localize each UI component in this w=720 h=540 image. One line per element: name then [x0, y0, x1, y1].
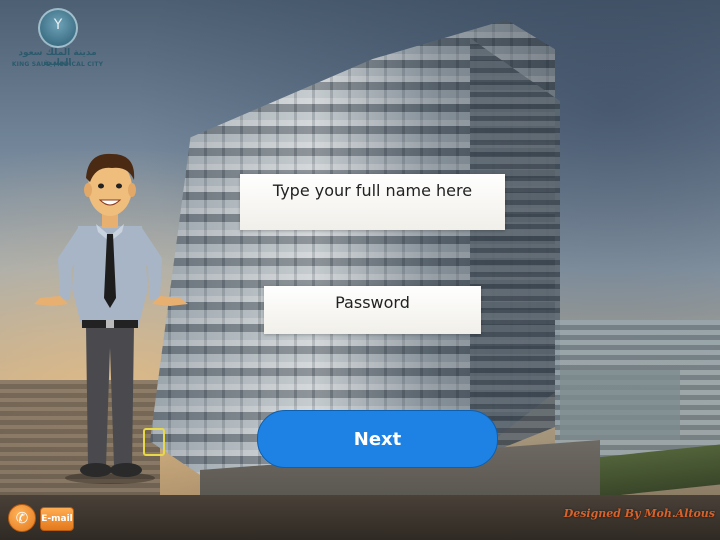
logo-emblem-icon: Y — [38, 8, 78, 48]
full-name-placeholder: Type your full name here — [272, 181, 473, 200]
designer-credit: Designed By Moh.Altous — [563, 507, 715, 520]
play-marker-icon — [143, 428, 165, 456]
email-button[interactable]: E-mail — [40, 507, 74, 531]
phone-glyph: ✆ — [15, 509, 29, 527]
login-screen: Y مدينة الملك سعود الطبية KING SAUD MEDI… — [0, 0, 720, 540]
background-building-right-lower — [560, 370, 680, 440]
email-label: E-mail — [41, 514, 73, 524]
logo-english-name: KING SAUD MEDICAL CITY — [11, 61, 104, 68]
next-button-label: Next — [353, 428, 402, 450]
password-placeholder: Password — [335, 293, 410, 312]
next-button[interactable]: Next — [257, 410, 498, 468]
full-name-input[interactable]: Type your full name here — [240, 174, 505, 230]
password-input[interactable]: Password — [264, 286, 481, 334]
hospital-logo: Y مدينة الملك سعود الطبية KING SAUD MEDI… — [10, 8, 105, 73]
presenter-character — [34, 153, 188, 484]
phone-icon[interactable]: ✆ — [8, 504, 36, 532]
